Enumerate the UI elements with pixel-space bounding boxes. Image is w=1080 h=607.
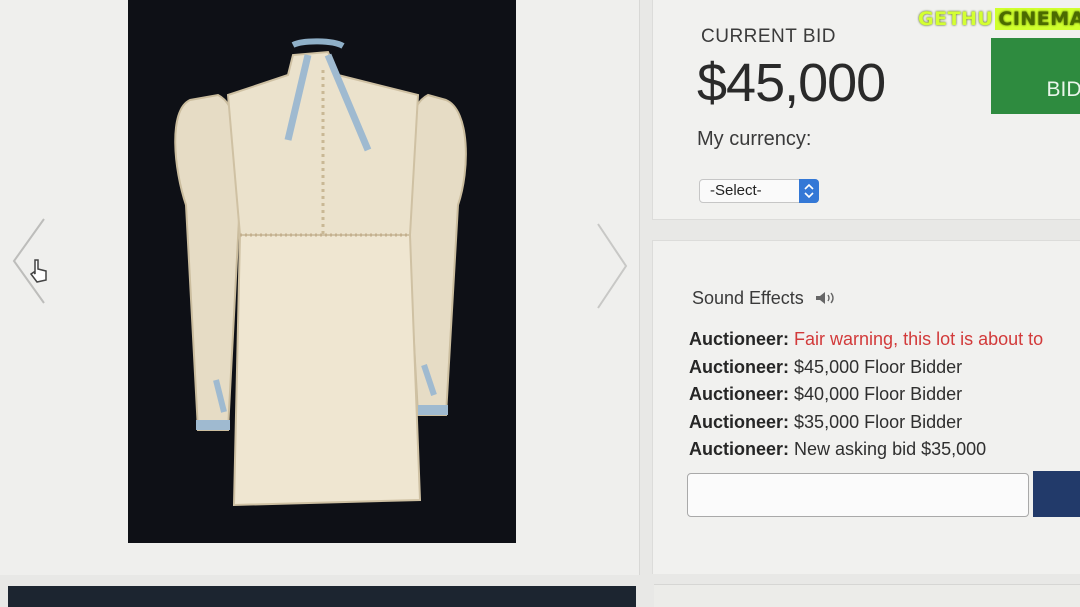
bid-button[interactable]: BID xyxy=(991,38,1080,114)
dress-image xyxy=(174,38,467,507)
hand-pointer-icon xyxy=(28,258,50,284)
sound-effects-label: Sound Effects xyxy=(692,288,804,308)
bid-amount-input[interactable] xyxy=(687,473,1029,517)
log-speaker: Auctioneer: xyxy=(689,439,790,459)
currency-label: My currency: xyxy=(697,128,812,150)
log-message: New asking bid $35,000 xyxy=(794,439,987,459)
log-line: Auctioneer: $40,000 Floor Bidder xyxy=(689,381,1080,409)
speaker-icon xyxy=(815,289,839,310)
log-speaker: Auctioneer: xyxy=(689,384,790,404)
bid-panel: CURRENT BID $45,000 BID My currency: -Se… xyxy=(652,0,1080,220)
image-gallery xyxy=(0,0,640,575)
log-line: Auctioneer: New asking bid $35,000 xyxy=(689,436,1080,464)
watermark-text-1: GETHU xyxy=(918,8,994,30)
submit-bid-button[interactable] xyxy=(1033,471,1080,517)
auction-feed-panel: Sound Effects Auctioneer: Fair warning, … xyxy=(652,240,1080,574)
log-message: $40,000 Floor Bidder xyxy=(794,384,963,404)
log-line: Auctioneer: $45,000 Floor Bidder xyxy=(689,354,1080,382)
current-bid-label: CURRENT BID xyxy=(701,26,836,47)
log-message: Fair warning, this lot is about to xyxy=(794,329,1044,349)
thumbnail-strip xyxy=(8,586,636,607)
select-stepper-icon xyxy=(799,179,819,203)
current-bid-amount: $45,000 xyxy=(697,53,886,113)
chevron-right-icon xyxy=(597,223,628,309)
log-speaker: Auctioneer: xyxy=(689,356,790,377)
log-message: $45,000 Floor Bidder xyxy=(794,356,963,377)
watermark-logo: GETHU CINEMA xyxy=(918,8,1080,30)
log-message: $35,000 Floor Bidder xyxy=(794,411,963,432)
bid-button-label: BID xyxy=(1046,78,1080,101)
currency-select[interactable]: -Select- xyxy=(699,179,819,203)
lot-photo xyxy=(128,0,516,543)
log-line: Auctioneer: $35,000 Floor Bidder xyxy=(689,409,1080,437)
auctioneer-log: Auctioneer: Fair warning, this lot is ab… xyxy=(689,326,1080,464)
log-speaker: Auctioneer: xyxy=(689,411,790,432)
sound-effects-toggle[interactable]: Sound Effects xyxy=(692,288,839,310)
watermark-text-2: CINEMA xyxy=(995,8,1080,30)
gallery-next-button[interactable] xyxy=(592,220,632,320)
log-speaker: Auctioneer: xyxy=(689,329,790,349)
panel-footer xyxy=(654,584,1080,607)
currency-select-value: -Select- xyxy=(710,182,762,199)
log-line: Auctioneer: Fair warning, this lot is ab… xyxy=(689,326,1080,354)
